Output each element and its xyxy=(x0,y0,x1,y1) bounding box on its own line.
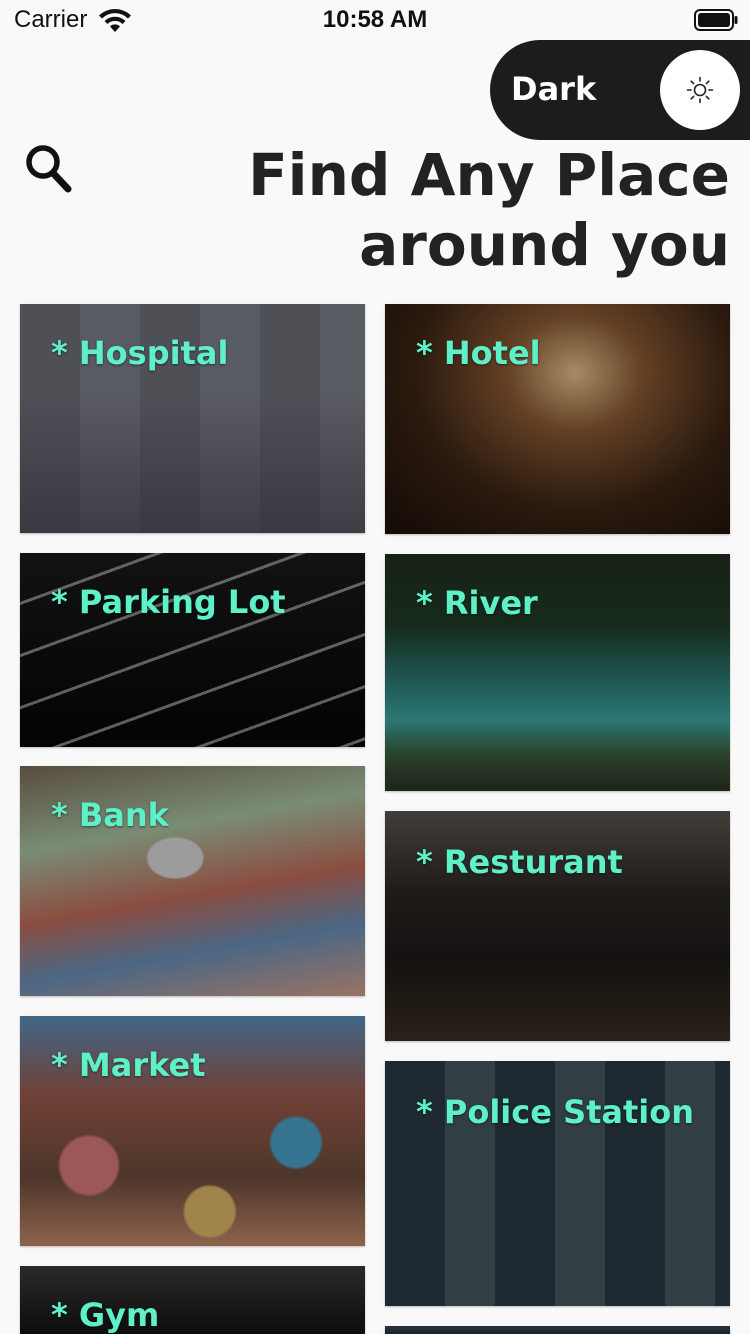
place-card-label: * Hotel xyxy=(416,334,541,372)
page-title-line1: Find Any Place xyxy=(248,141,730,209)
place-card-bank[interactable]: * Bank xyxy=(20,766,365,996)
place-card-hotel[interactable]: * Hotel xyxy=(385,304,730,534)
place-card-gym[interactable]: * Gym xyxy=(20,1266,365,1334)
place-card-label: * Resturant xyxy=(416,843,623,881)
status-bar: Carrier 10:58 AM xyxy=(0,0,750,40)
place-card-label: * Police Station xyxy=(416,1093,695,1131)
place-card-label: * Bank xyxy=(51,796,169,834)
page-title: Find Any Place around you xyxy=(170,140,730,280)
place-card-label: * River xyxy=(416,584,538,622)
search-icon[interactable] xyxy=(24,143,74,195)
place-card-market[interactable]: * Market xyxy=(20,1016,365,1246)
sun-icon xyxy=(686,76,714,104)
clock: 10:58 AM xyxy=(322,6,428,33)
place-card-restaurant[interactable]: * Resturant xyxy=(385,811,730,1041)
theme-toggle-knob[interactable] xyxy=(660,50,740,130)
theme-toggle[interactable]: Dark xyxy=(490,40,750,140)
place-card-label: * Gym xyxy=(51,1296,160,1334)
place-card-partial[interactable] xyxy=(385,1326,730,1334)
place-card-hospital[interactable]: * Hospital xyxy=(20,304,365,533)
battery-icon xyxy=(694,9,738,31)
place-card-label: * Parking Lot xyxy=(51,583,286,621)
place-card-river[interactable]: * River xyxy=(385,554,730,791)
place-card-label: * Hospital xyxy=(51,334,229,372)
page-title-line2: around you xyxy=(359,211,730,279)
place-card-parking-lot[interactable]: * Parking Lot xyxy=(20,553,365,747)
theme-toggle-label: Dark xyxy=(511,70,597,108)
place-card-police-station[interactable]: * Police Station xyxy=(385,1061,730,1306)
place-card-label: * Market xyxy=(51,1046,206,1084)
